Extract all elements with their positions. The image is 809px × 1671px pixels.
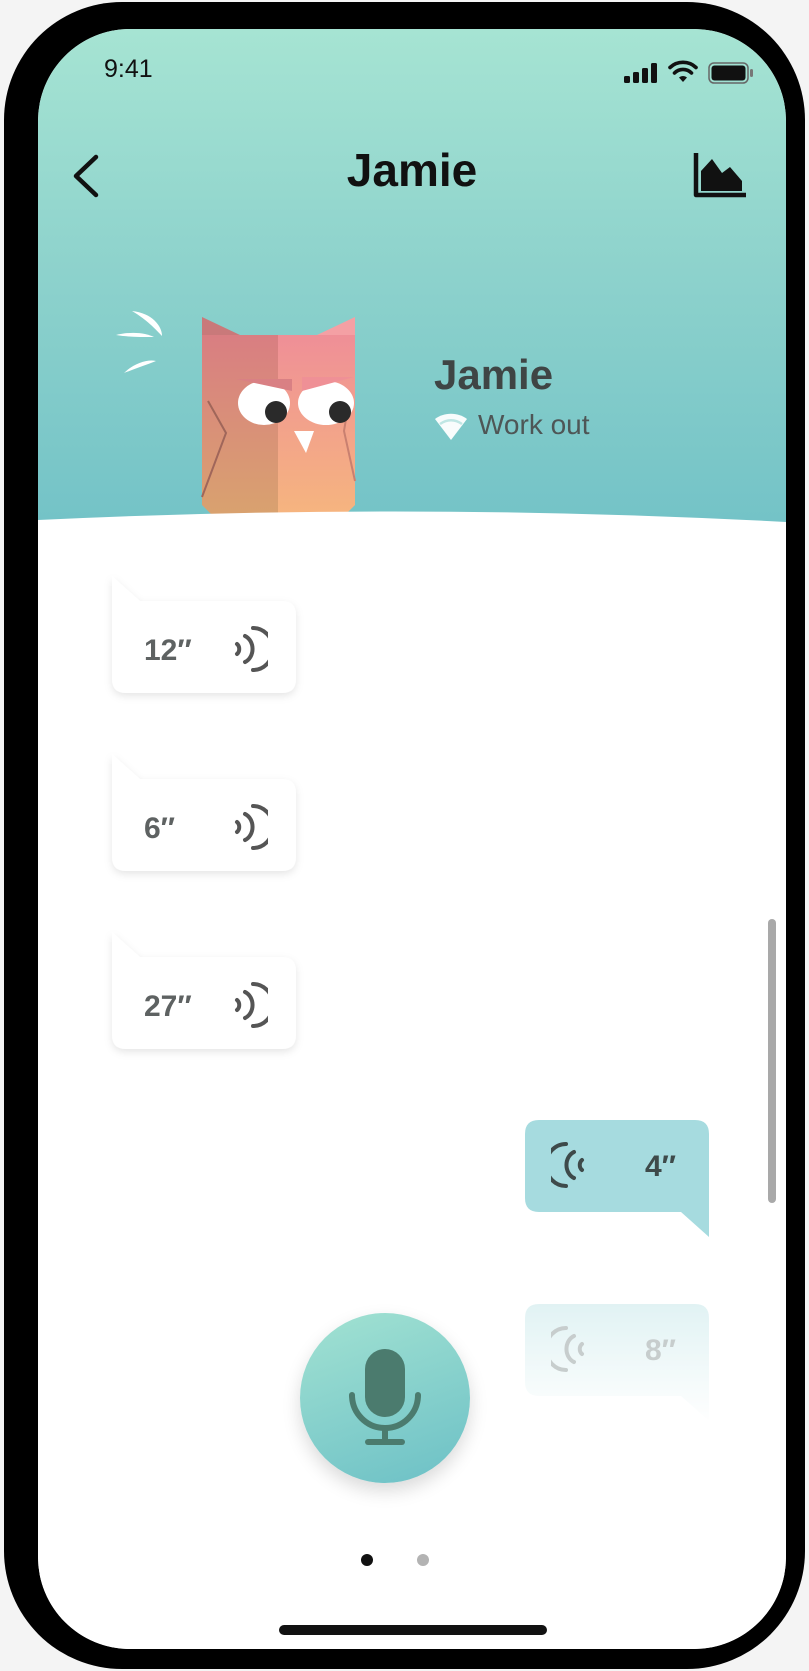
- sound-wave-icon: [551, 1326, 584, 1372]
- scrollbar[interactable]: [768, 919, 776, 1203]
- wifi-icon: [668, 60, 698, 82]
- message-bubble-sent[interactable]: 4″: [525, 1120, 709, 1237]
- page-dot-2[interactable]: [417, 1554, 429, 1566]
- bubble-shape: [112, 932, 296, 1049]
- owl-avatar: [116, 311, 356, 521]
- stats-button[interactable]: [692, 151, 748, 199]
- bubble-shape: [112, 754, 296, 871]
- app-screen: 9:41 Jamie Jamie Work out 12″ 6″ 27″ 4″ …: [38, 29, 786, 1649]
- area-chart-icon: [693, 153, 746, 198]
- home-indicator[interactable]: [279, 1625, 547, 1635]
- navigation-bar: Jamie: [38, 139, 786, 209]
- message-bubble-sent[interactable]: 8″: [525, 1304, 709, 1421]
- battery-icon: [708, 62, 753, 84]
- sound-wave-icon: [235, 626, 268, 672]
- status-text: Work out: [478, 409, 590, 440]
- record-button[interactable]: [300, 1313, 470, 1483]
- microphone-icon: [349, 1349, 421, 1445]
- message-duration: 6″: [144, 812, 176, 845]
- contact-name: Jamie: [434, 351, 554, 398]
- message-duration: 27″: [144, 990, 192, 1023]
- wifi-status-icon: [435, 413, 467, 440]
- status-bar: 9:41: [38, 29, 786, 109]
- message-duration: 12″: [144, 634, 192, 667]
- message-duration: 8″: [645, 1334, 677, 1367]
- cellular-signal-icon: [624, 63, 657, 83]
- message-bubble-received[interactable]: 27″: [112, 932, 296, 1049]
- message-bubble-received[interactable]: 12″: [112, 576, 296, 693]
- page-dot-1[interactable]: [361, 1554, 373, 1566]
- message-duration: 4″: [645, 1150, 677, 1183]
- page-title: Jamie: [346, 144, 478, 196]
- sound-wave-icon: [235, 804, 268, 850]
- phone-frame: 9:41 Jamie Jamie Work out 12″ 6″ 27″ 4″ …: [4, 2, 805, 1669]
- sound-wave-icon: [551, 1142, 584, 1188]
- message-bubble-received[interactable]: 6″: [112, 754, 296, 871]
- bubble-shape: [112, 576, 296, 693]
- sound-wave-icon: [235, 982, 268, 1028]
- status-time: 9:41: [104, 55, 153, 83]
